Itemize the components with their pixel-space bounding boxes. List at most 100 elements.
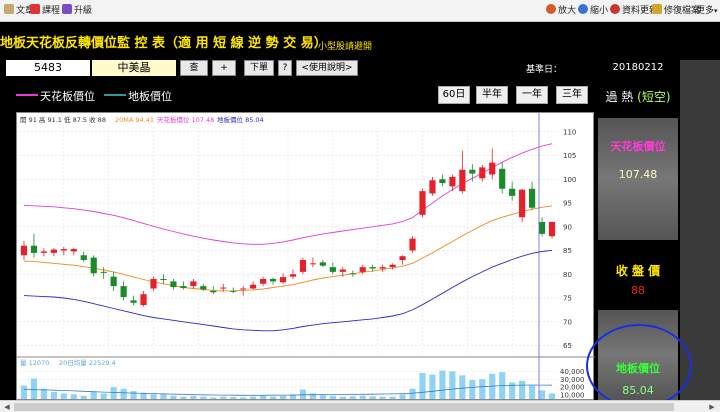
order-button[interactable]: 下單 [244,60,274,76]
floor-line-swatch [104,94,126,96]
volume-bar [120,388,127,399]
scroll-thumb[interactable] [14,403,674,411]
toolbar-item-refresh[interactable]: 資料更新 [610,4,658,18]
ceiling-line-swatch [16,94,38,96]
volume-bar [299,389,307,399]
toolbar-item-zoom-out[interactable]: 縮小 [578,4,608,18]
legend-row: 天花板價位 地板價位 60日 半年 一年 三年 [0,82,596,106]
ceiling-readout: 天花板價位 107.48 [157,115,214,124]
candle-body [439,179,446,184]
manual-button[interactable]: <使用說明> [296,60,358,76]
candle-body [150,279,157,289]
candle-body [429,180,436,194]
volume-bar [519,380,526,399]
candle-body [339,269,346,272]
volume-bar [90,391,97,399]
price-tick-label: 85 [563,247,572,255]
scroll-left-icon[interactable]: ◀ [1,402,13,412]
base-date-label: 基準日： [526,65,563,75]
candle-body [319,262,326,266]
volume-bar [20,385,28,399]
candle-body [379,267,386,269]
volume-bar [529,385,536,399]
stock-code-input[interactable]: 5483 [6,60,90,76]
candle-body [250,284,257,289]
toolbar-item-more[interactable]: 更多▾ [696,4,718,18]
price-tick-label: 105 [563,152,576,160]
candle-body [30,245,38,253]
scroll-right-icon[interactable]: ▶ [706,402,718,412]
candle-body [359,267,366,272]
volume-bar [150,394,157,399]
ceiling-value: 107.48 [618,168,658,181]
legend-ceiling: 天花板價位 [16,88,95,104]
toolbar-item-upgrade[interactable]: 升級 [62,4,92,18]
grid-layer [19,127,557,396]
floor-block: 地板價位 85.04 [598,310,678,400]
range-button-60d[interactable]: 60日 [438,86,470,104]
candle-body [120,286,127,298]
add-button[interactable]: + [212,60,236,76]
volume-bar [409,388,416,399]
volume-bar [359,395,366,399]
volume-bar [269,396,277,399]
horizontal-scrollbar[interactable]: ◀ ▶ [0,400,720,412]
candle-body [419,191,426,215]
range-button-three-year[interactable]: 三年 [556,86,588,104]
more-icon: ▾ [714,7,718,15]
volume-readout: 量 12070 [20,359,49,367]
candle-body [110,276,117,287]
candle-body [529,188,536,208]
floor-readout: 地板價位 85.04 [217,115,264,124]
zoom-in-icon [546,4,556,14]
volume-bar [469,380,476,399]
ceiling-label: 天花板價位 [610,140,666,153]
volume-bar [230,397,237,399]
volume-bar [399,394,406,399]
toolbar-item-course[interactable]: 課程 [30,4,60,18]
floor-value: 85.04 [622,384,654,397]
candle-body [60,249,67,251]
range-button-half-year[interactable]: 半年 [476,86,508,104]
candle-body [70,249,77,252]
page-subtitle: 小型股請避開 [318,42,373,52]
stock-input-row: 5483 中美晶 查 + 下單 ? <使用說明> 基準日： 20180212 [0,60,680,76]
course-icon [30,4,40,14]
close-value: 88 [631,284,645,297]
candle-body [329,267,336,272]
help-button[interactable]: ? [278,60,292,76]
range-button-one-year[interactable]: 一年 [516,86,548,104]
ceiling-line [23,143,553,245]
toolbar-item-zoom-in[interactable]: 放大 [546,4,576,18]
top-toolbar: 文章 課程 升級 放大 縮小 資料更新 修復檔案 更多▾ [0,0,720,22]
monitor-sheet: 地板天花板反轉價位監 控 表（適 用 短 線 逆 勢 交 易） 小型股請避開 5… [0,22,680,401]
volume-bar [419,372,426,399]
refresh-icon [610,4,620,14]
ma-readout: 20MA 94.41 [115,116,154,124]
volume-bar [279,395,287,399]
query-button[interactable]: 查 [180,60,208,76]
candle-body [459,169,466,192]
volume-tick-label: 20,000 [560,384,585,392]
volume-bar [459,375,466,399]
candle-body [260,279,267,284]
volume-bar [548,393,556,399]
candle-body [538,222,546,234]
floor-line [23,249,553,332]
volume-bar [80,395,87,399]
candle-body [449,176,456,187]
volume-bar [170,395,177,399]
price-tick-label: 90 [563,223,572,231]
price-tick-label: 65 [563,342,572,350]
price-chart[interactable]: 65 70 75 80 85 90 95 100 105 110 10,00020,00030,00… [17,113,595,401]
candle-body [349,273,356,275]
volume-bar [379,396,386,399]
price-tick-label: 70 [563,318,572,326]
ohlc-readout: 開 91 高 91.1 低 87.5 收 88 [20,115,106,124]
toolbar-item-repair[interactable]: 修復檔案 [652,4,700,18]
volume-bar [429,374,436,399]
candle-body [220,287,227,289]
candle-body [20,245,28,256]
candle-body [548,222,556,237]
volume-bar [538,390,546,399]
